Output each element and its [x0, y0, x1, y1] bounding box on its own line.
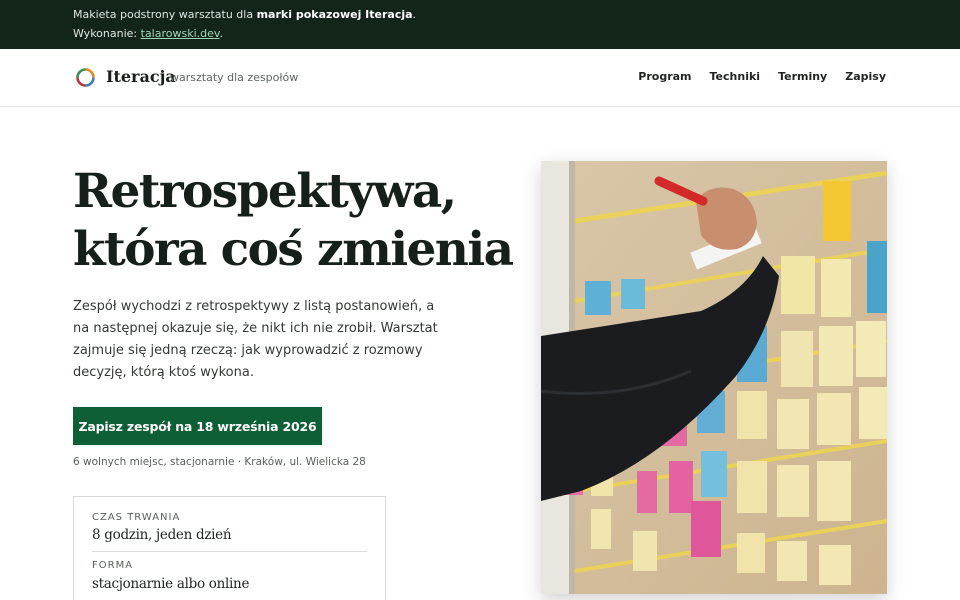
main-nav: Program Techniki Terminy Zapisy: [638, 70, 886, 83]
ring-logo-icon[interactable]: [75, 67, 96, 88]
nav-program[interactable]: Program: [638, 70, 691, 83]
banner-line-1: Makieta podstrony warsztatu dla marki po…: [73, 8, 417, 21]
brand-name[interactable]: Iteracja: [106, 67, 176, 86]
hero-title: Retrospektywa, która coś zmienia: [73, 163, 514, 279]
hero-title-line-2: która coś zmienia: [73, 222, 514, 277]
facts-divider: [92, 551, 367, 552]
hero-photo: [541, 161, 887, 594]
brand-tagline: warsztaty dla zespołów: [170, 71, 299, 84]
nav-techniki[interactable]: Techniki: [710, 70, 761, 83]
nav-zapisy[interactable]: Zapisy: [845, 70, 886, 83]
banner-line-2: Wykonanie: talarowski.dev.: [73, 27, 224, 40]
facts-card: CZAS TRWANIA 8 godzin, jeden dzień FORMA…: [73, 496, 386, 600]
site-header: Iteracja warsztaty dla zespołów Program …: [0, 49, 960, 107]
fact-label-duration: CZAS TRWANIA: [92, 512, 181, 523]
hero-title-line-1: Retrospektywa,: [73, 164, 457, 219]
fact-label-format: FORMA: [92, 560, 134, 571]
mockup-banner: Makieta podstrony warsztatu dla marki po…: [0, 0, 960, 49]
banner-brand-name: marki pokazowej Iteracja: [256, 8, 413, 21]
signup-button[interactable]: Zapisz zespół na 18 września 2026: [73, 407, 322, 445]
availability-info: 6 wolnych miejsc, stacjonarnie · Kraków,…: [73, 456, 366, 468]
fact-value-duration: 8 godzin, jeden dzień: [92, 527, 232, 543]
author-link[interactable]: talarowski.dev: [141, 27, 220, 40]
hero-lead: Zespół wychodzi z retrospektywy z listą …: [73, 299, 438, 380]
nav-terminy[interactable]: Terminy: [778, 70, 827, 83]
sticky-notes-board-illustration: [541, 161, 887, 594]
fact-value-format: stacjonarnie albo online: [92, 576, 250, 592]
